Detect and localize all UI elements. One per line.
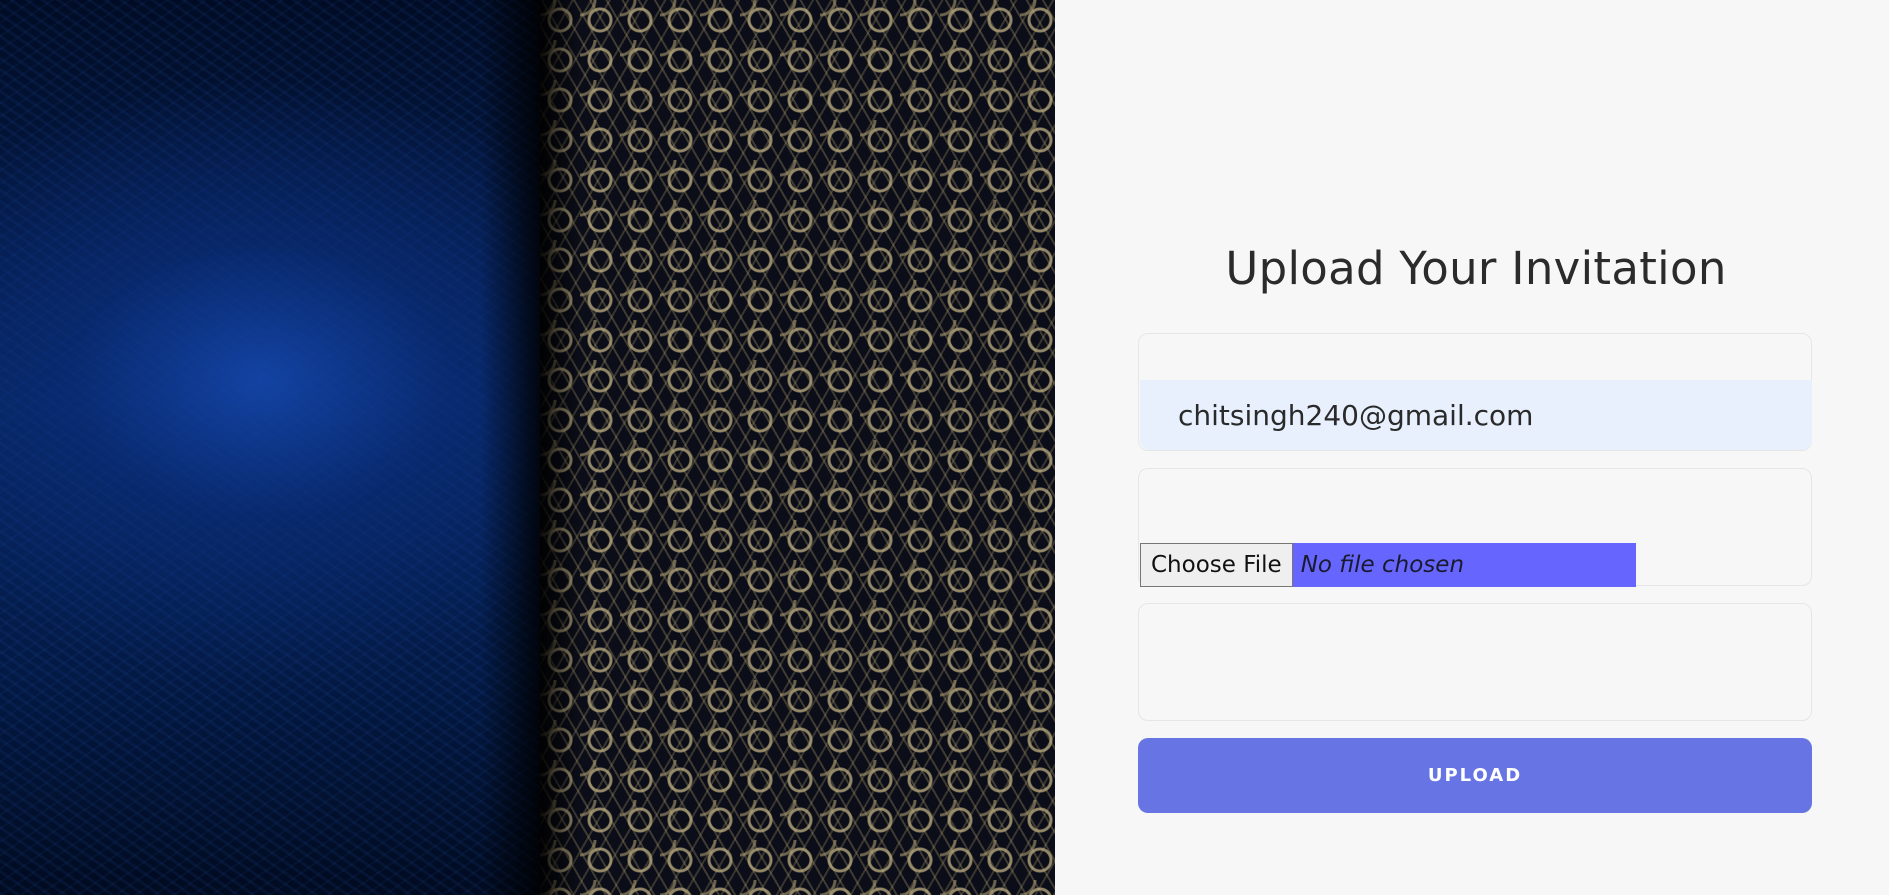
empty-field-container <box>1138 603 1812 721</box>
gold-ornament-pattern <box>540 0 1055 895</box>
file-input[interactable]: Choose File No file chosen <box>1140 543 1636 587</box>
email-field[interactable] <box>1140 380 1812 450</box>
blue-damask-pattern <box>0 0 540 895</box>
upload-form: Upload Your Invitation Choose File No fi… <box>1138 0 1814 895</box>
hero-image <box>0 0 1055 895</box>
file-status-text: No file chosen <box>1292 543 1636 587</box>
file-field-container: Choose File No file chosen <box>1138 468 1812 587</box>
upload-button[interactable]: UPLOAD <box>1138 738 1812 813</box>
choose-file-button[interactable]: Choose File <box>1140 543 1293 587</box>
email-field-container <box>1138 333 1812 451</box>
page-title: Upload Your Invitation <box>1225 242 1727 296</box>
